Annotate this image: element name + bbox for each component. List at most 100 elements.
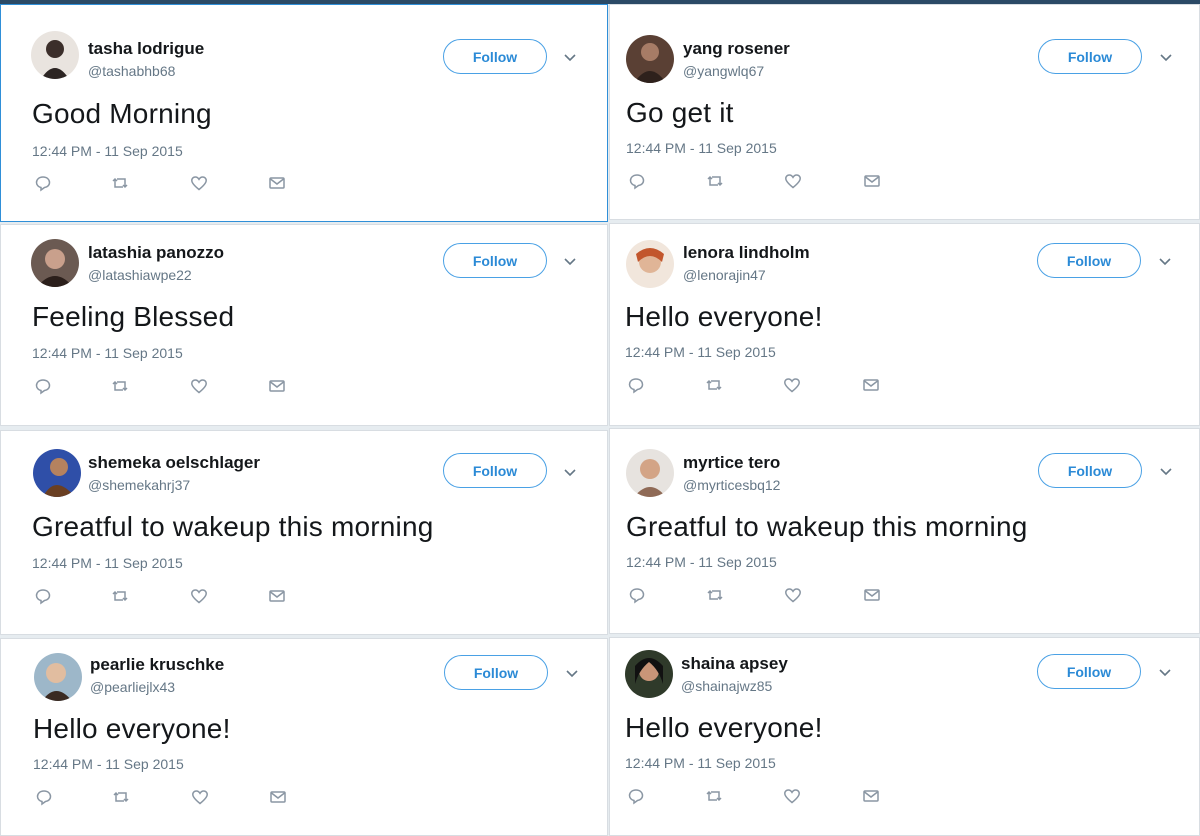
reply-icon[interactable] [628, 172, 648, 192]
tweet-text: Hello everyone! [625, 301, 823, 332]
message-icon[interactable] [863, 172, 883, 192]
user-handle[interactable]: @shemekahrj37 [88, 477, 190, 493]
tweet-timestamp[interactable]: 12:44 PM - 11 Sep 2015 [32, 143, 183, 159]
reply-icon[interactable] [34, 174, 54, 194]
user-handle[interactable]: @lenorajin47 [683, 267, 766, 283]
tweet-text: Good Morning [32, 98, 212, 129]
chevron-down-icon[interactable] [565, 669, 579, 679]
avatar[interactable] [31, 239, 79, 287]
user-name[interactable]: latashia panozzo [88, 243, 224, 263]
chevron-down-icon[interactable] [1159, 53, 1173, 63]
follow-button[interactable]: Follow [444, 655, 548, 690]
message-icon[interactable] [862, 787, 882, 807]
retweet-icon[interactable] [706, 586, 726, 606]
like-icon[interactable] [190, 174, 210, 194]
tweet-timestamp[interactable]: 12:44 PM - 11 Sep 2015 [626, 140, 777, 156]
reply-icon[interactable] [35, 788, 55, 808]
follow-button[interactable]: Follow [1037, 654, 1141, 689]
message-icon[interactable] [863, 586, 883, 606]
user-handle[interactable]: @tashabhb68 [88, 63, 175, 79]
message-icon[interactable] [268, 587, 288, 607]
user-handle[interactable]: @pearliejlx43 [90, 679, 175, 695]
user-handle[interactable]: @latashiawpe22 [88, 267, 192, 283]
chevron-down-icon[interactable] [563, 468, 577, 478]
tweet-card[interactable]: shemeka oelschlager @shemekahrj37 Follow… [0, 430, 608, 635]
chevron-down-icon[interactable] [1158, 668, 1172, 678]
avatar[interactable] [625, 650, 673, 698]
avatar[interactable] [626, 449, 674, 497]
tweet-text: Greatful to wakeup this morning [32, 511, 434, 542]
tweet-timestamp[interactable]: 12:44 PM - 11 Sep 2015 [625, 755, 776, 771]
tweet-card[interactable]: tasha lodrigue @tashabhb68 Follow Good M… [0, 4, 608, 222]
tweet-timestamp[interactable]: 12:44 PM - 11 Sep 2015 [33, 756, 184, 772]
retweet-icon[interactable] [706, 172, 726, 192]
tweet-timestamp[interactable]: 12:44 PM - 11 Sep 2015 [32, 345, 183, 361]
user-handle[interactable]: @myrticesbq12 [683, 477, 780, 493]
user-handle[interactable]: @yangwlq67 [683, 63, 764, 79]
chevron-down-icon[interactable] [563, 257, 577, 267]
user-handle[interactable]: @shainajwz85 [681, 678, 772, 694]
tweet-timestamp[interactable]: 12:44 PM - 11 Sep 2015 [626, 554, 777, 570]
follow-button[interactable]: Follow [443, 39, 547, 74]
tweet-card[interactable]: shaina apsey @shainajwz85 Follow Hello e… [609, 637, 1200, 836]
like-icon[interactable] [783, 376, 803, 396]
tweet-actions [610, 172, 910, 192]
message-icon[interactable] [269, 788, 289, 808]
follow-button[interactable]: Follow [1038, 453, 1142, 488]
follow-button[interactable]: Follow [443, 453, 547, 488]
retweet-icon[interactable] [111, 377, 131, 397]
tweet-timestamp[interactable]: 12:44 PM - 11 Sep 2015 [625, 344, 776, 360]
tweet-actions [1, 174, 301, 194]
avatar[interactable] [34, 653, 82, 701]
tweet-card[interactable]: pearlie kruschke @pearliejlx43 Follow He… [0, 638, 608, 836]
tweet-text: Hello everyone! [625, 712, 823, 743]
message-icon[interactable] [268, 174, 288, 194]
tweet-card[interactable]: yang rosener @yangwlq67 Follow Go get it… [609, 4, 1200, 220]
retweet-icon[interactable] [705, 787, 725, 807]
user-name[interactable]: shaina apsey [681, 654, 788, 674]
tweet-card[interactable]: latashia panozzo @latashiawpe22 Follow F… [0, 224, 608, 426]
follow-button[interactable]: Follow [1037, 243, 1141, 278]
user-name[interactable]: pearlie kruschke [90, 655, 224, 675]
avatar[interactable] [33, 449, 81, 497]
like-icon[interactable] [784, 172, 804, 192]
tweet-card[interactable]: myrtice tero @myrticesbq12 Follow Greatf… [609, 428, 1200, 634]
avatar[interactable] [626, 35, 674, 83]
user-name[interactable]: lenora lindholm [683, 243, 810, 263]
like-icon[interactable] [784, 586, 804, 606]
tweet-card[interactable]: lenora lindholm @lenorajin47 Follow Hell… [609, 223, 1200, 426]
like-icon[interactable] [190, 377, 210, 397]
tweet-actions [610, 586, 910, 606]
tweet-actions [1, 587, 301, 607]
like-icon[interactable] [190, 587, 210, 607]
reply-icon[interactable] [34, 377, 54, 397]
message-icon[interactable] [862, 376, 882, 396]
tweet-actions [610, 376, 910, 396]
chevron-down-icon[interactable] [563, 53, 577, 63]
retweet-icon[interactable] [112, 788, 132, 808]
user-name[interactable]: yang rosener [683, 39, 790, 59]
message-icon[interactable] [268, 377, 288, 397]
tweet-actions [610, 787, 910, 807]
reply-icon[interactable] [627, 787, 647, 807]
chevron-down-icon[interactable] [1158, 257, 1172, 267]
user-name[interactable]: tasha lodrigue [88, 39, 204, 59]
retweet-icon[interactable] [705, 376, 725, 396]
tweet-actions [1, 377, 301, 397]
follow-button[interactable]: Follow [443, 243, 547, 278]
user-name[interactable]: myrtice tero [683, 453, 780, 473]
reply-icon[interactable] [627, 376, 647, 396]
reply-icon[interactable] [628, 586, 648, 606]
follow-button[interactable]: Follow [1038, 39, 1142, 74]
like-icon[interactable] [783, 787, 803, 807]
user-name[interactable]: shemeka oelschlager [88, 453, 260, 473]
retweet-icon[interactable] [111, 587, 131, 607]
reply-icon[interactable] [34, 587, 54, 607]
tweet-timestamp[interactable]: 12:44 PM - 11 Sep 2015 [32, 555, 183, 571]
tweet-text: Feeling Blessed [32, 301, 235, 332]
avatar[interactable] [626, 240, 674, 288]
chevron-down-icon[interactable] [1159, 467, 1173, 477]
avatar[interactable] [31, 31, 79, 79]
retweet-icon[interactable] [111, 174, 131, 194]
like-icon[interactable] [191, 788, 211, 808]
